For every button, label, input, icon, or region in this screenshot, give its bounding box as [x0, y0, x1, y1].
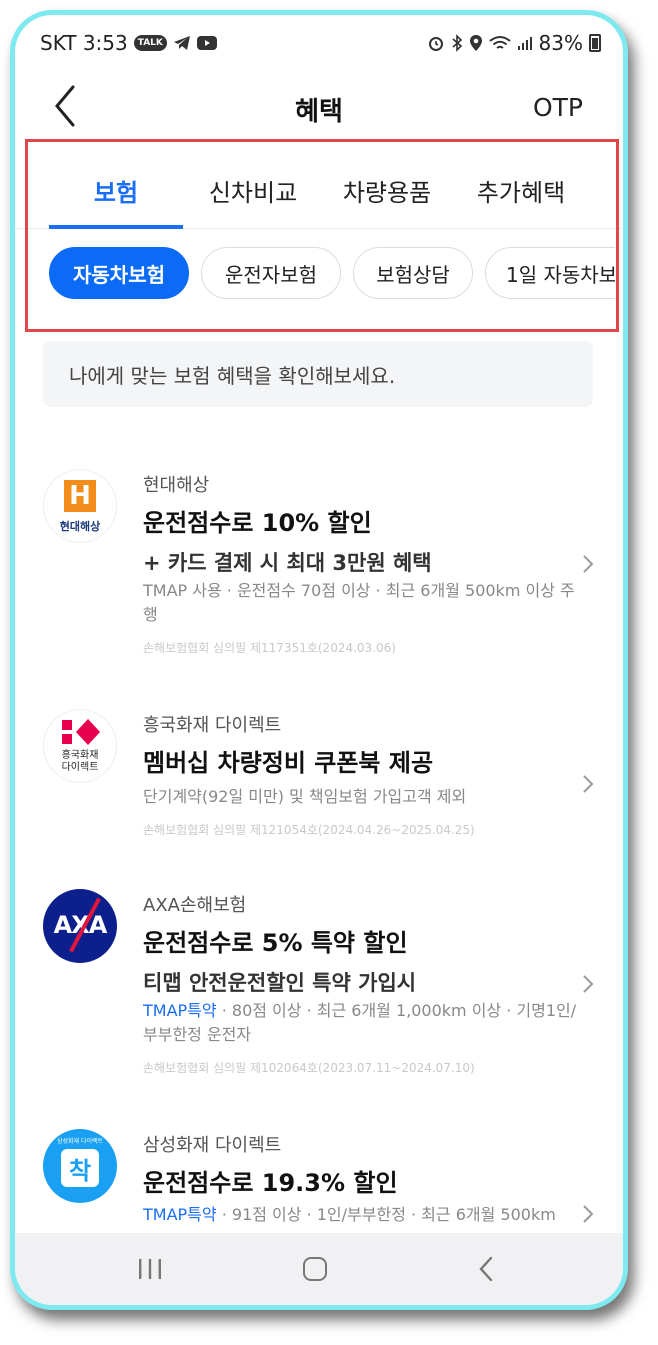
info-banner: 나에게 맞는 보험 혜택을 확인해보세요. — [43, 341, 593, 407]
chevron-right-icon — [583, 1205, 594, 1223]
nav-recent-icon[interactable] — [137, 1258, 163, 1280]
nav-back-icon[interactable] — [477, 1255, 495, 1283]
offer-desc-text: · 91점 이상 · 1인/부부한정 · 최근 6개월 500km — [216, 1205, 556, 1224]
page-title: 혜택 — [295, 97, 343, 127]
chevron-right-icon — [583, 775, 594, 793]
offer-item[interactable]: 흥국화재 다이렉트 흥국화재 다이렉트 멤버십 차량정비 쿠폰북 제공 단기계약… — [15, 695, 623, 855]
offer-company: AXA손해보험 — [143, 895, 247, 916]
offer-item[interactable]: 삼성화재 다이렉트 착 삼성화재 다이렉트 운전점수로 19.3% 할인 TMA… — [15, 1115, 623, 1233]
offer-desc: 단기계약(92일 미만) 및 책임보험 가입고객 제외 — [143, 787, 467, 806]
otp-button[interactable]: OTP — [533, 93, 583, 122]
offer-item[interactable]: H 현대해상 현대해상 운전점수로 10% 할인 + 카드 결제 시 최대 3만… — [15, 455, 623, 665]
offer-headline: 멤버십 차량정비 쿠폰북 제공 — [143, 749, 434, 777]
offer-desc: TMAP특약 · 91점 이상 · 1인/부부한정 · 최근 6개월 500km — [143, 1203, 583, 1227]
highlight-box — [25, 139, 619, 332]
offer-desc: TMAP특약 · 80점 이상 · 최근 6개월 1,000km 이상 · 기명… — [143, 999, 583, 1047]
screen: SKT 3:53 TALK 83% 혜택 OTP 보험 신차비교 차량용품 추가… — [15, 15, 623, 1305]
nav-home-icon[interactable] — [303, 1257, 327, 1281]
alarm-icon — [428, 37, 443, 51]
offer-fine-print: 손해보험협회 심의필 제102064호(2023.07.11~2024.07.1… — [143, 1061, 475, 1075]
heungkuk-mark — [62, 719, 100, 745]
system-nav-bar — [15, 1233, 623, 1305]
offer-company: 흥국화재 다이렉트 — [143, 715, 282, 736]
offer-desc: TMAP 사용 · 운전점수 70점 이상 · 최근 6개월 500km 이상 … — [143, 581, 575, 624]
hyundai-mark: H — [64, 480, 96, 512]
offer-subline: + 카드 결제 시 최대 3만원 혜택 — [143, 551, 432, 575]
bluetooth-icon — [452, 34, 462, 52]
offer-fine-print: 손해보험협회 심의필 제117351호(2024.03.06) — [143, 641, 396, 655]
youtube-icon — [196, 36, 217, 50]
samsung-logo-text: 삼성화재 다이렉트 — [56, 1138, 104, 1145]
battery-percent: 83% — [538, 31, 583, 55]
heungkuk-logo: 흥국화재 다이렉트 — [43, 709, 117, 783]
offer-fine-print: 손해보험협회 심의필 제121054호(2024.04.26~2025.04.2… — [143, 823, 475, 837]
offer-tag: TMAP특약 — [143, 1001, 217, 1020]
axa-logo: AXA — [43, 889, 117, 963]
battery-icon — [589, 34, 601, 52]
app-header: 혜택 OTP — [15, 71, 623, 141]
location-icon — [469, 35, 482, 51]
samsung-logo: 삼성화재 다이렉트 착 — [43, 1129, 117, 1203]
talk-icon: TALK — [133, 35, 167, 51]
offer-headline: 운전점수로 10% 할인 — [143, 509, 372, 537]
hyundai-logo: H 현대해상 — [43, 469, 117, 543]
hyundai-logo-text: 현대해상 — [59, 520, 101, 533]
offer-item[interactable]: AXA AXA손해보험 운전점수로 5% 특약 할인 티맵 안전운전할인 특약 … — [15, 875, 623, 1085]
offer-tag: TMAP특약 — [143, 1205, 217, 1224]
telegram-icon — [173, 36, 190, 50]
offer-headline: 운전점수로 5% 특약 할인 — [143, 929, 408, 957]
phone-frame: SKT 3:53 TALK 83% 혜택 OTP 보험 신차비교 차량용품 추가… — [10, 10, 628, 1310]
signal-icon — [517, 37, 532, 50]
offer-company: 삼성화재 다이렉트 — [143, 1135, 282, 1156]
offer-headline: 운전점수로 19.3% 할인 — [143, 1169, 398, 1197]
carrier-time: SKT 3:53 — [40, 31, 128, 55]
chevron-right-icon — [583, 555, 594, 573]
heungkuk-logo-text: 흥국화재 다이렉트 — [61, 750, 99, 773]
offer-subline: 티맵 안전운전할인 특약 가입시 — [143, 971, 417, 995]
offer-company: 현대해상 — [143, 475, 210, 496]
status-right: 83% — [427, 31, 601, 55]
samsung-mark: 착 — [61, 1149, 99, 1187]
chevron-right-icon — [583, 975, 594, 993]
status-bar: SKT 3:53 TALK 83% — [15, 15, 623, 71]
wifi-icon — [488, 36, 511, 49]
status-left: SKT 3:53 TALK — [40, 31, 217, 55]
